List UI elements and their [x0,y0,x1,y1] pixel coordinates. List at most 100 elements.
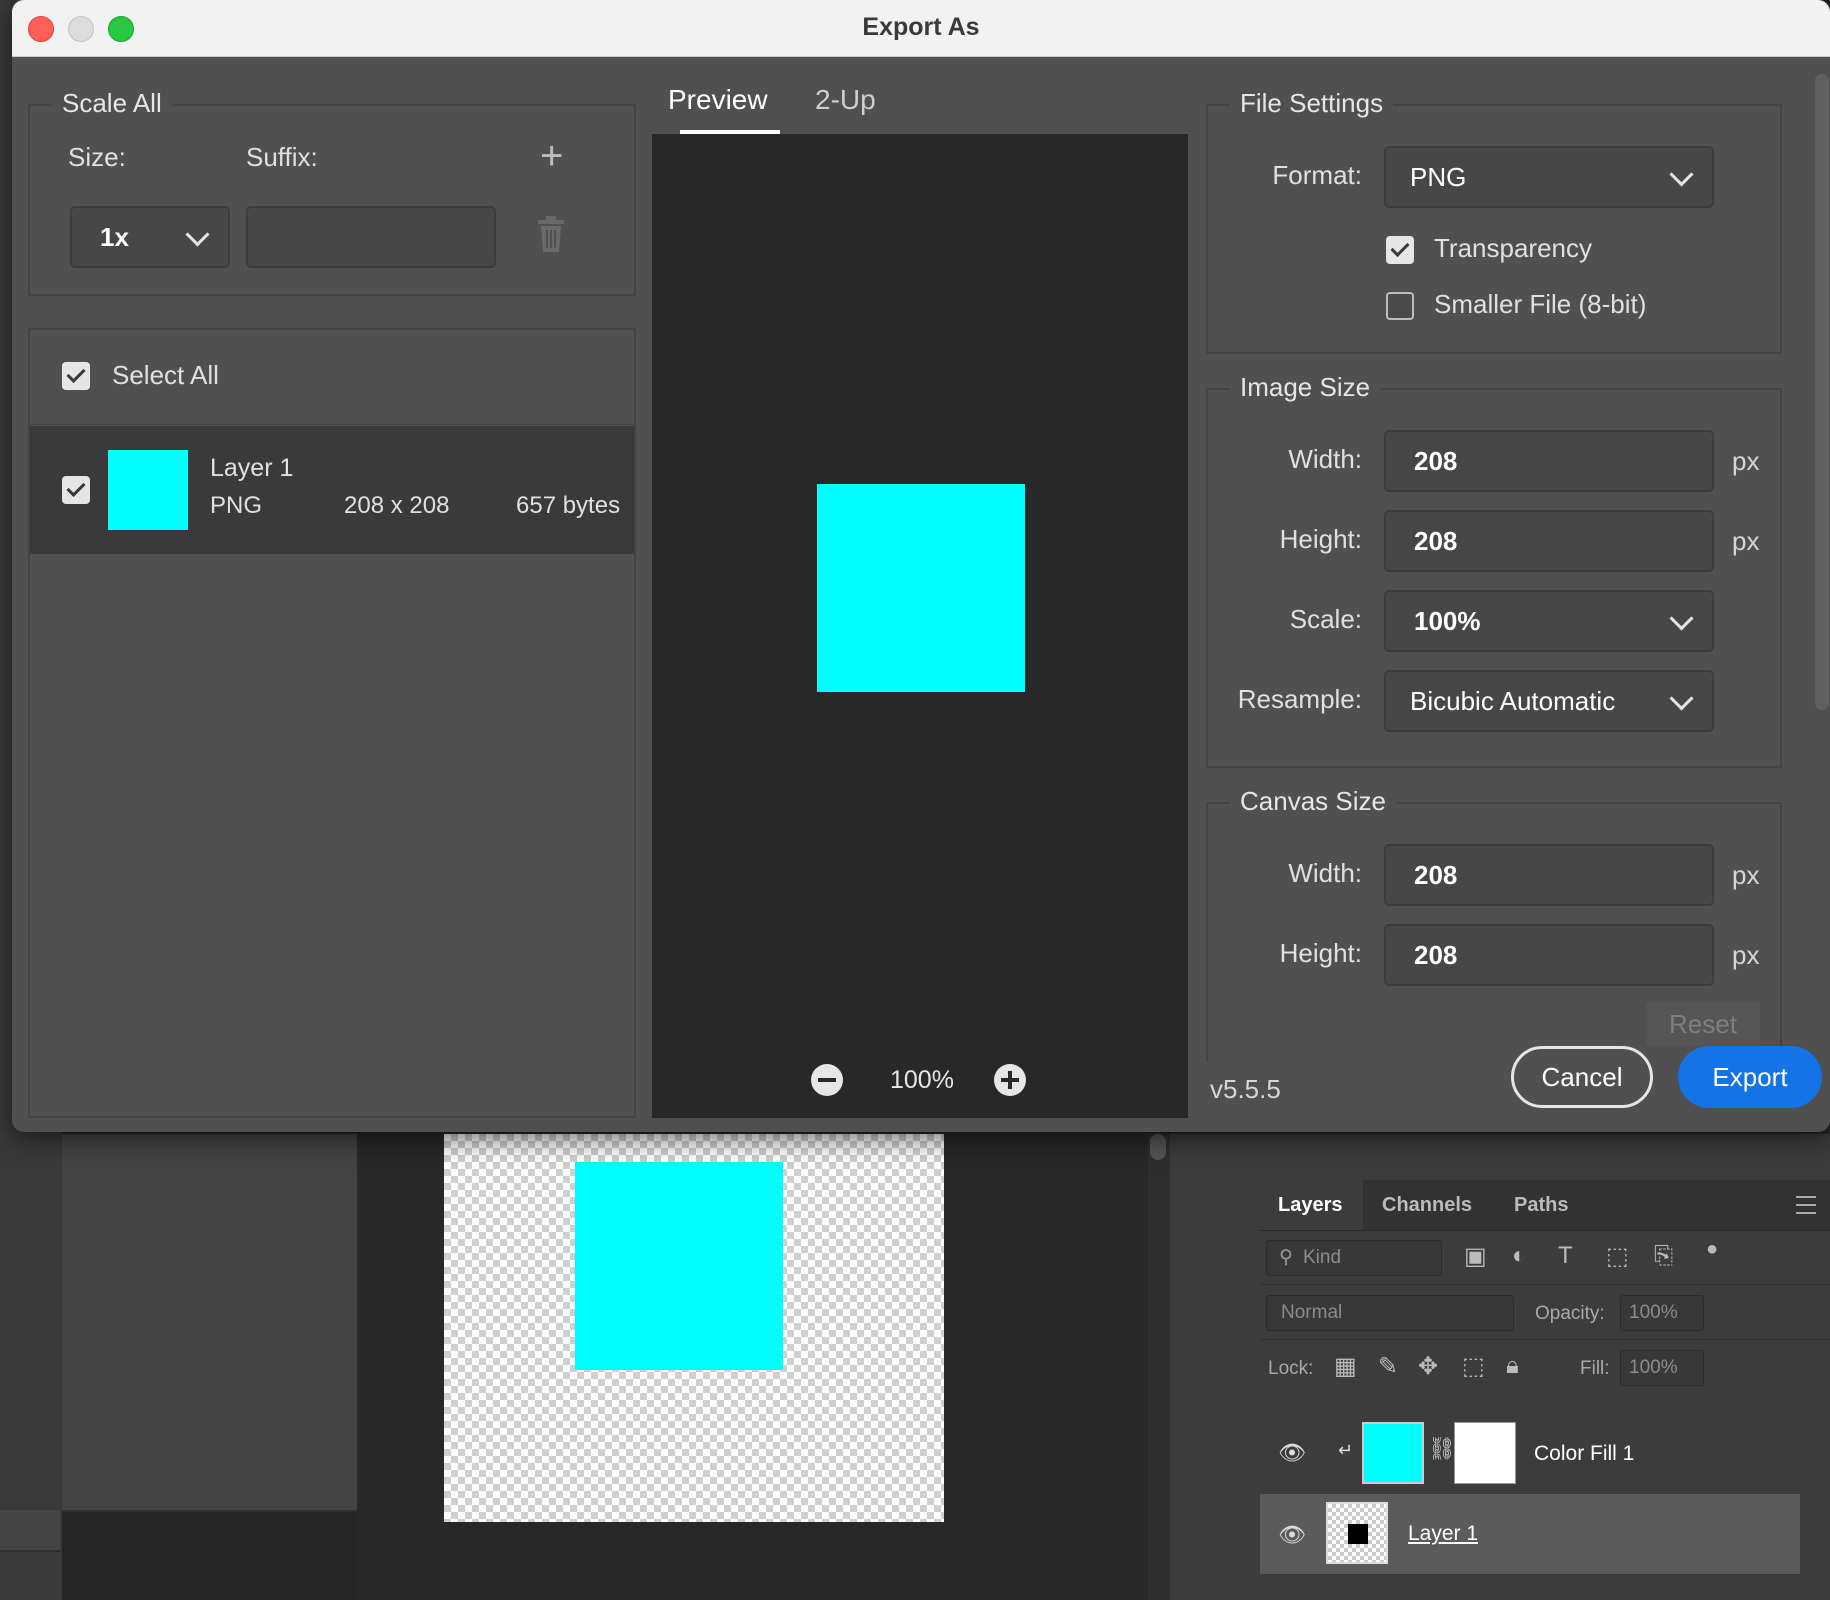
transparency-checkbox[interactable] [1386,236,1414,264]
image-height-unit: px [1732,526,1760,556]
lock-artboard-icon[interactable]: ⬚ [1462,1352,1485,1381]
canvas-width-label: Width: [1288,858,1362,888]
chevron-down-icon [1669,686,1694,711]
lock-move-icon[interactable]: ✥ [1418,1352,1438,1381]
side-panel-footer [0,1510,60,1552]
trash-icon[interactable] [536,216,566,254]
zoom-out-icon[interactable] [811,1064,843,1096]
layer-item-size: 657 bytes [516,492,621,519]
tab-layers[interactable]: Layers [1278,1194,1343,1217]
layer-item-format: PNG [210,492,263,519]
fill-input[interactable]: 100% [1620,1350,1704,1386]
link-icon[interactable]: ⛓ [1428,1436,1456,1462]
image-width-input[interactable]: 208 [1384,430,1714,492]
panel-menu-icon[interactable] [1796,1196,1816,1214]
filter-toggle-icon[interactable]: ● [1706,1238,1718,1261]
zoom-in-icon[interactable] [994,1064,1026,1096]
tab-channels[interactable]: Channels [1382,1194,1472,1217]
tab-2up[interactable]: 2-Up [815,84,876,116]
image-width-label: Width: [1288,444,1362,474]
eye-icon[interactable]: 👁︎ [1278,1440,1306,1465]
mask-thumbnail[interactable] [1454,1422,1516,1484]
size-select[interactable]: 1x [70,206,230,268]
zoom-level: 100% [890,1066,954,1094]
clip-arrow-icon: ↵ [1338,1440,1354,1460]
document-scroll-thumb[interactable] [1150,1134,1166,1160]
tab-paths[interactable]: Paths [1514,1194,1568,1217]
canvas-height-input[interactable]: 208 [1384,924,1714,986]
resample-value: Bicubic Automatic [1410,686,1616,716]
layer-thumbnail [108,450,188,530]
layer-name: Layer 1 [1408,1522,1479,1545]
size-value: 1x [100,222,129,252]
smart-object-filter-icon[interactable]: ⎘ [1654,1242,1673,1270]
image-width-value: 208 [1414,446,1458,476]
layer-item-name: Layer 1 [210,454,294,482]
fill-label: Fill: [1580,1358,1610,1379]
canvas-cyan-square [575,1162,783,1370]
format-select[interactable]: PNG [1384,146,1714,208]
plus-icon[interactable]: + [540,136,563,176]
format-label: Format: [1272,160,1362,190]
format-value: PNG [1410,162,1467,192]
shape-filter-icon[interactable]: ⬚ [1606,1242,1629,1271]
canvas-height-unit: px [1732,940,1760,970]
image-height-value: 208 [1414,526,1458,556]
layer-row-layer-1[interactable]: 👁︎ Layer 1 [1260,1494,1800,1574]
kind-filter-select[interactable]: ⚲ Kind [1266,1240,1442,1276]
opacity-label: Opacity: [1535,1303,1605,1324]
search-icon: ⚲ [1279,1247,1293,1268]
filter-row: ⚲ Kind ▣ ◐ T ⬚ ⎘ ● [1260,1230,1830,1285]
image-size-legend: Image Size [1230,372,1381,403]
image-height-input[interactable]: 208 [1384,510,1714,572]
version-label: v5.5.5 [1210,1074,1281,1104]
type-filter-icon[interactable]: T [1558,1242,1573,1270]
canvas-height-value: 208 [1414,940,1458,970]
blend-mode-select[interactable]: Normal [1266,1295,1514,1331]
select-all-checkbox[interactable] [62,362,90,390]
layer-row-color-fill[interactable]: 👁︎ ↵ ⛓ Color Fill 1 [1260,1412,1800,1492]
dialog-title: Export As [862,13,980,41]
lock-all-icon[interactable]: 🔒︎ [1506,1352,1519,1380]
opacity-input[interactable]: 100% [1620,1295,1704,1331]
canvas-width-input[interactable]: 208 [1384,844,1714,906]
select-all-label: Select All [112,360,219,390]
layer-checkbox[interactable] [62,476,90,504]
chevron-down-icon [1669,162,1694,187]
layer-1-thumbnail [1326,1502,1388,1564]
reset-button[interactable]: Reset [1646,1002,1760,1046]
lock-row: Lock: ▦ ✎ ✥ ⬚ 🔒︎ Fill: 100% [1260,1340,1830,1394]
smaller-file-checkbox[interactable] [1386,292,1414,320]
document-scrollbar[interactable] [1148,1134,1170,1600]
image-filter-icon[interactable]: ▣ [1464,1242,1487,1271]
eye-icon[interactable]: 👁︎ [1278,1522,1306,1547]
opacity-value: 100% [1629,1302,1678,1323]
layer-list-item[interactable]: Layer 1 PNG 208 x 208 657 bytes [30,426,634,554]
title-bar: Export As [12,0,1830,57]
file-settings-legend: File Settings [1230,88,1394,119]
export-button[interactable]: Export [1678,1046,1822,1108]
suffix-input[interactable] [246,206,496,268]
transparency-label: Transparency [1434,233,1592,263]
preview-image [817,484,1025,692]
canvas-width-unit: px [1732,860,1760,890]
kind-filter-label: Kind [1303,1247,1342,1268]
suffix-label: Suffix: [246,142,318,172]
lock-paint-icon[interactable]: ✎ [1378,1352,1398,1381]
cancel-button[interactable]: Cancel [1511,1046,1653,1108]
smaller-file-label: Smaller File (8-bit) [1434,289,1647,319]
scale-value: 100% [1414,606,1481,636]
select-all-row[interactable]: Select All [28,328,636,425]
canvas-size-legend: Canvas Size [1230,786,1396,817]
blend-row: Normal Opacity: 100% [1260,1285,1830,1340]
scale-label: Scale: [1289,604,1362,634]
scale-select[interactable]: 100% [1384,590,1714,652]
canvas-height-label: Height: [1279,938,1362,968]
tab-preview[interactable]: Preview [668,84,768,116]
adjustment-filter-icon[interactable]: ◐ [1512,1242,1527,1270]
dialog-scrollbar[interactable] [1815,74,1829,710]
chevron-down-icon [185,222,210,247]
resample-select[interactable]: Bicubic Automatic [1384,670,1714,732]
lock-transparent-icon[interactable]: ▦ [1334,1352,1357,1381]
side-panel [62,1134,359,1512]
